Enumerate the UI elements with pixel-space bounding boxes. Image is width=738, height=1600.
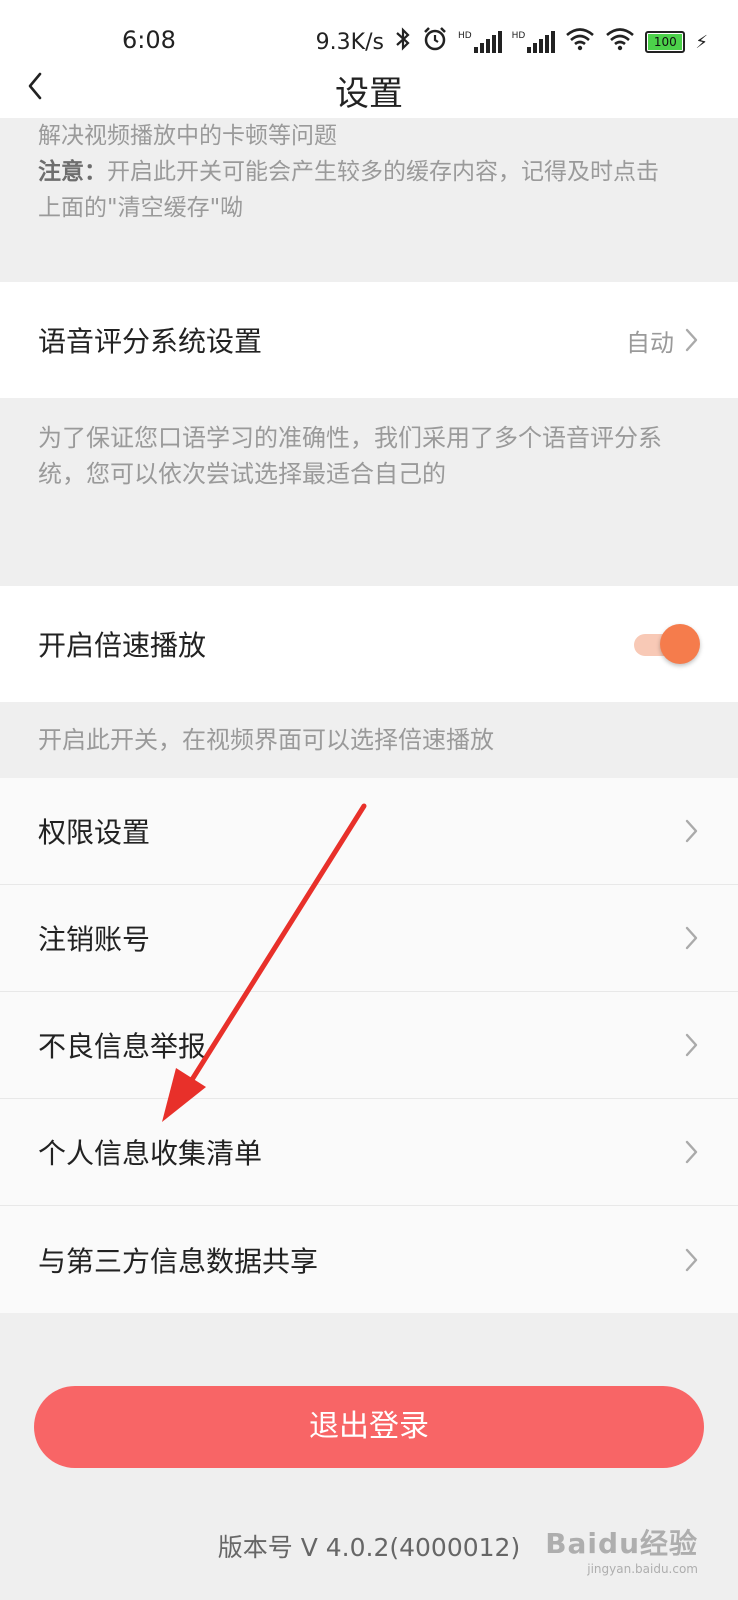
cache-note-line1: 解决视频播放中的卡顿等问题 <box>38 123 337 149</box>
status-icons: 9.3K/s HD HD 100 ⚡ <box>316 26 708 58</box>
signal-icon: HD <box>458 31 502 53</box>
voice-setting-value: 自动 <box>626 328 674 357</box>
cache-note-line3: 上面的"清空缓存"呦 <box>38 195 244 221</box>
menu-item-label: 不良信息举报 <box>38 1030 207 1063</box>
menu-item-label: 与第三方信息数据共享 <box>38 1244 319 1278</box>
wifi-icon-2 <box>605 27 635 57</box>
watermark-sub: jingyan.baidu.com <box>587 1562 698 1576</box>
voice-desc-line2: 统，您可以依次尝试选择最适合自己的 <box>38 460 446 488</box>
chevron-right-icon <box>684 327 700 353</box>
toggle-thumb <box>660 624 700 664</box>
voice-setting-desc: 为了保证您口语学习的准确性，我们采用了多个语音评分系 统，您可以依次尝试选择最适… <box>0 398 738 586</box>
chevron-right-icon <box>684 1247 700 1273</box>
charging-icon: ⚡ <box>695 31 708 53</box>
status-time: 6:08 <box>122 26 176 54</box>
logout-button[interactable]: 退出登录 <box>34 1386 704 1468</box>
hd-label-1: HD <box>457 31 472 41</box>
menu-item-deactivate-account[interactable]: 注销账号 <box>0 885 738 992</box>
chevron-right-icon <box>684 818 700 844</box>
wifi-icon <box>565 27 595 57</box>
menu-item-personal-info-list[interactable]: 个人信息收集清单 <box>0 1099 738 1206</box>
battery-level: 100 <box>653 35 677 49</box>
chevron-right-icon <box>684 1139 700 1165</box>
page-title: 设置 <box>335 74 403 114</box>
alarm-icon <box>422 26 448 58</box>
watermark-main: Baidu经验 <box>545 1527 698 1560</box>
voice-setting-right: 自动 <box>626 323 700 358</box>
cache-note-line2: 注意：开启此开关可能会产生较多的缓存内容，记得及时点击 <box>38 154 702 190</box>
cache-note: 解决视频播放中的卡顿等问题 注意：开启此开关可能会产生较多的缓存内容，记得及时点… <box>0 118 738 282</box>
menu-item-report-content[interactable]: 不良信息举报 <box>0 992 738 1099</box>
chevron-right-icon <box>684 925 700 951</box>
nav-header: 设置 <box>0 62 738 118</box>
menu-item-permissions[interactable]: 权限设置 <box>0 778 738 885</box>
voice-setting-label: 语音评分系统设置 <box>38 325 263 358</box>
speed-play-toggle[interactable] <box>634 624 700 664</box>
menu-item-label: 个人信息收集清单 <box>38 1137 263 1170</box>
voice-desc-line1: 为了保证您口语学习的准确性，我们采用了多个语音评分系 <box>38 424 662 452</box>
speed-play-label: 开启倍速播放 <box>38 629 207 662</box>
baidu-watermark: Baidu经验 jingyan.baidu.com <box>545 1522 698 1576</box>
voice-setting-row[interactable]: 语音评分系统设置 自动 <box>0 282 738 398</box>
cache-note-text: 开启此开关可能会产生较多的缓存内容，记得及时点击 <box>107 159 659 185</box>
menu-item-third-party-sharing[interactable]: 与第三方信息数据共享 <box>0 1206 738 1313</box>
speed-play-desc: 开启此开关，在视频界面可以选择倍速播放 <box>0 702 738 778</box>
signal-icon-2: HD <box>512 31 556 53</box>
menu-item-label: 权限设置 <box>38 816 151 849</box>
hd-label-2: HD <box>511 31 526 41</box>
menu-item-label: 注销账号 <box>38 923 151 956</box>
bluetooth-icon <box>394 27 412 57</box>
battery-icon: 100 <box>645 31 686 53</box>
note-label: 注意： <box>38 159 107 185</box>
speed-play-row: 开启倍速播放 <box>0 586 738 702</box>
network-speed: 9.3K/s <box>315 29 384 55</box>
status-bar: 6:08 9.3K/s HD HD 100 ⚡ <box>0 0 738 62</box>
chevron-right-icon <box>684 1032 700 1058</box>
